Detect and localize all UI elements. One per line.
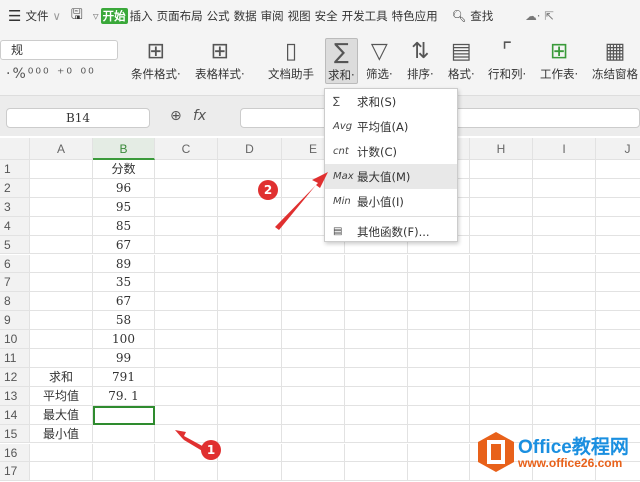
annotation-badge-1: 1 — [201, 440, 221, 460]
arrow-2 — [275, 172, 328, 230]
annotation-arrows — [175, 172, 328, 452]
office-logo-icon — [478, 432, 514, 472]
annotation-badge-2: 2 — [258, 180, 278, 200]
logo: Office教程网 www.office26.com — [476, 430, 640, 476]
logo-url: www.office26.com — [518, 456, 623, 470]
logo-title: Office教程网 — [518, 437, 629, 458]
